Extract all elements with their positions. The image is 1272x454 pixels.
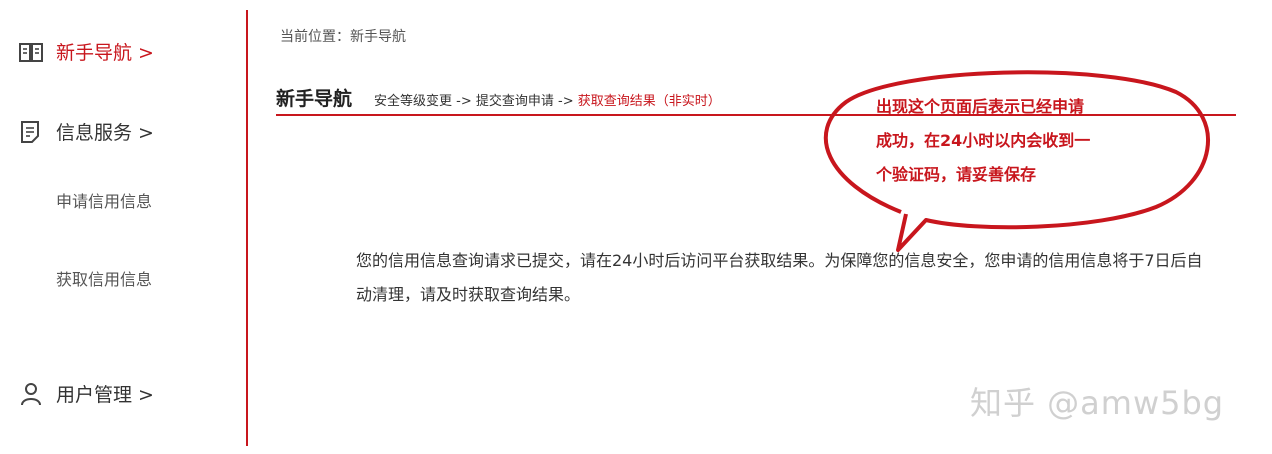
step-get-result: 获取查询结果（非实时） bbox=[577, 94, 721, 109]
sidebar-item-guide[interactable]: 新手导航 > bbox=[18, 38, 154, 65]
annotation-line: 成功，在24小时以内会收到一 bbox=[876, 131, 1091, 150]
page-title: 新手导航 bbox=[276, 88, 353, 110]
user-icon bbox=[18, 381, 44, 407]
title-row: 新手导航 安全等级变更 -> 提交查询申请 -> 获取查询结果（非实时） bbox=[276, 84, 721, 111]
sidebar-divider bbox=[246, 10, 248, 446]
sidebar-item-label: 信息服务 > bbox=[56, 122, 154, 144]
annotation-text: 出现这个页面后表示已经申请 成功，在24小时以内会收到一 个验证码，请妥善保存 bbox=[876, 90, 1176, 192]
annotation-line: 出现这个页面后表示已经申请 bbox=[876, 97, 1085, 116]
sidebar-item-label: 用户管理 > bbox=[56, 384, 154, 406]
document-icon bbox=[18, 119, 44, 145]
sidebar-item-label: 新手导航 > bbox=[56, 42, 154, 64]
step-arrow: -> bbox=[452, 94, 476, 109]
breadcrumb: 当前位置：新手导航 bbox=[280, 29, 406, 45]
step-progress: 安全等级变更 -> 提交查询申请 -> 获取查询结果（非实时） bbox=[374, 90, 721, 109]
sidebar-item-info-service[interactable]: 信息服务 > bbox=[18, 118, 154, 145]
step-submit-request: 提交查询申请 bbox=[475, 94, 554, 109]
sidebar-subitem-get-credit[interactable]: 获取信用信息 bbox=[56, 266, 152, 290]
book-icon bbox=[18, 39, 44, 65]
sidebar-subitem-apply-credit[interactable]: 申请信用信息 bbox=[56, 188, 152, 212]
step-security-level: 安全等级变更 bbox=[374, 94, 453, 109]
watermark: 知乎 @amw5bg bbox=[970, 384, 1225, 422]
step-arrow: -> bbox=[553, 94, 578, 109]
sidebar: 新手导航 > 信息服务 > 申请信用信息 获取信用信息 用户管理 > bbox=[0, 0, 246, 454]
sidebar-item-user-management[interactable]: 用户管理 > bbox=[18, 380, 154, 407]
annotation-line: 个验证码，请妥善保存 bbox=[876, 165, 1037, 184]
